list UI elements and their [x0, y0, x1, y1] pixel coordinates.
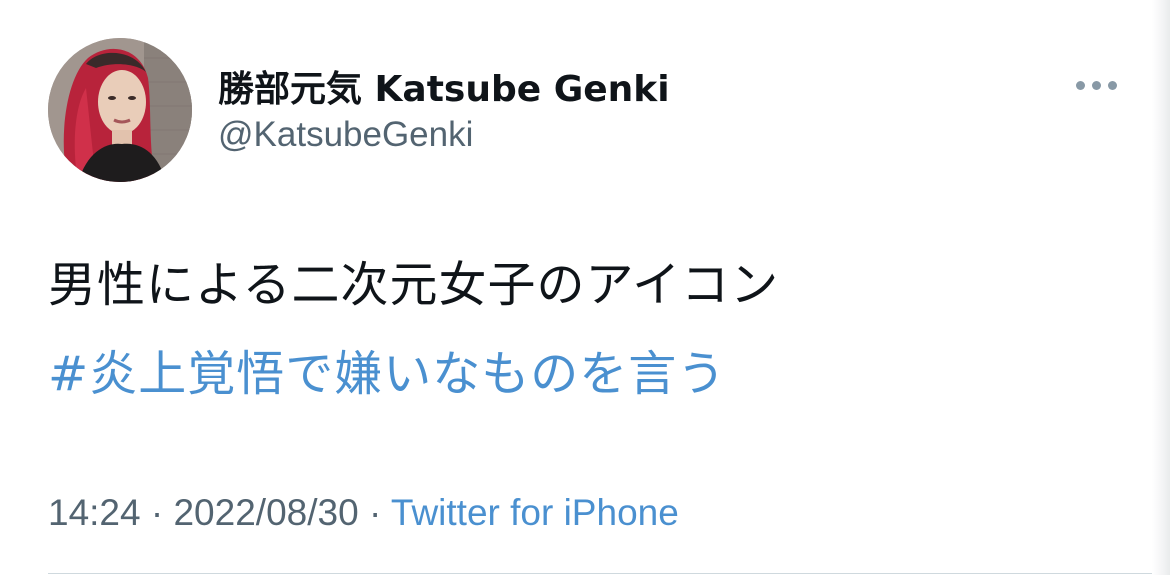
meta-separator: ·: [358, 492, 391, 533]
avatar[interactable]: [48, 38, 192, 182]
more-dot-icon: [1108, 81, 1117, 90]
user-handle[interactable]: @KatsubeGenki: [218, 115, 473, 155]
more-dot-icon: [1092, 81, 1101, 90]
tweet-source-link[interactable]: Twitter for iPhone: [391, 492, 679, 533]
tweet-meta: 14:24 · 2022/08/30 · Twitter for iPhone: [48, 492, 679, 534]
scrollbar[interactable]: [1152, 0, 1170, 575]
display-name[interactable]: 勝部元気 Katsube Genki: [218, 60, 670, 112]
tweet-time[interactable]: 14:24: [48, 492, 141, 533]
hashtag-link[interactable]: #炎上覚悟で嫌いなものを言う: [48, 343, 726, 405]
avatar-image: [48, 38, 192, 182]
more-dot-icon: [1076, 81, 1085, 90]
more-options-button[interactable]: [1072, 70, 1120, 100]
tweet-text: 男性による二次元女子のアイコン: [48, 257, 780, 313]
divider: [48, 573, 1170, 574]
tweet-card: 勝部元気 Katsube Genki @KatsubeGenki 男性による二次…: [0, 0, 1170, 575]
meta-separator: ·: [140, 492, 174, 533]
tweet-date[interactable]: 2022/08/30: [173, 492, 358, 533]
